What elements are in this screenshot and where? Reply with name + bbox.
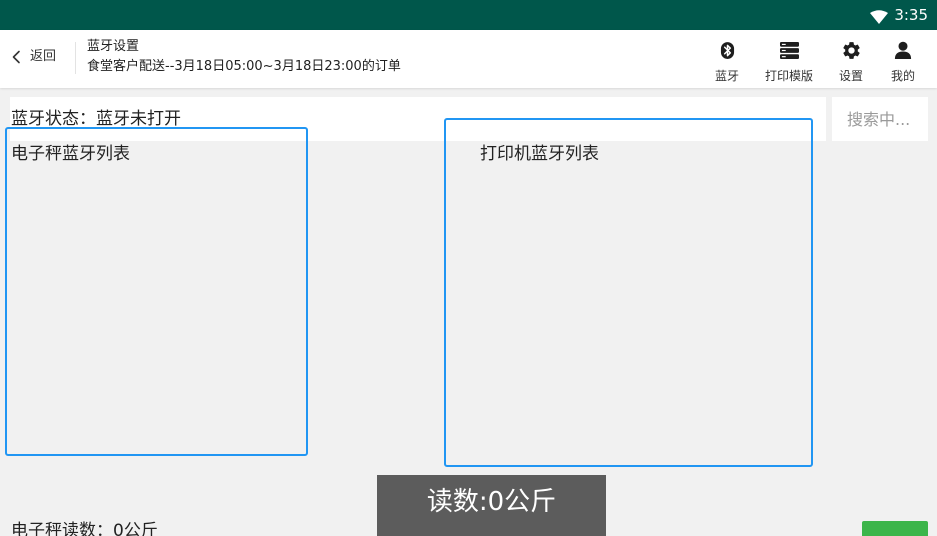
scale-reading-text: 电子秤读数：0公斤 xyxy=(11,521,158,536)
bottom-right-button[interactable] xyxy=(862,521,928,536)
person-icon xyxy=(894,41,912,59)
status-time: 3:35 xyxy=(894,6,928,24)
print-template-label: 打印模版 xyxy=(764,69,813,83)
back-label: 返回 xyxy=(30,49,57,64)
app-header: 返回 蓝牙设置 食堂客户配送--3月18日05:00~3月18日23:00的订单… xyxy=(0,30,937,88)
printer-template-icon xyxy=(779,41,799,59)
bluetooth-label: 蓝牙 xyxy=(714,69,739,83)
scale-list-title: 电子秤蓝牙列表 xyxy=(11,144,130,164)
profile-label: 我的 xyxy=(890,69,915,83)
profile-button[interactable]: 我的 xyxy=(873,40,933,84)
back-button[interactable]: 返回 xyxy=(10,45,56,69)
gear-icon xyxy=(842,41,860,59)
print-template-button[interactable]: 打印模版 xyxy=(759,40,819,84)
printer-bluetooth-list: 打印机蓝牙列表 xyxy=(444,118,813,467)
status-bar: 3:35 xyxy=(0,0,937,30)
header-divider xyxy=(75,42,76,74)
scale-bluetooth-list: 电子秤蓝牙列表 xyxy=(5,127,308,456)
settings-button[interactable]: 设置 xyxy=(821,40,881,84)
reading-toast: 读数:0公斤 xyxy=(377,475,606,536)
settings-label: 设置 xyxy=(838,69,863,83)
search-box xyxy=(832,97,928,141)
bluetooth-button[interactable]: 蓝牙 xyxy=(697,40,757,84)
search-input[interactable] xyxy=(832,97,928,141)
chevron-left-icon xyxy=(12,50,20,64)
page-subtitle: 食堂客户配送--3月18日05:00~3月18日23:00的订单 xyxy=(87,59,401,74)
wifi-icon xyxy=(870,10,888,24)
printer-list-title: 打印机蓝牙列表 xyxy=(480,144,599,164)
page-title: 蓝牙设置 xyxy=(87,39,140,54)
toast-text: 读数:0公斤 xyxy=(426,487,557,517)
bluetooth-icon xyxy=(720,41,734,59)
